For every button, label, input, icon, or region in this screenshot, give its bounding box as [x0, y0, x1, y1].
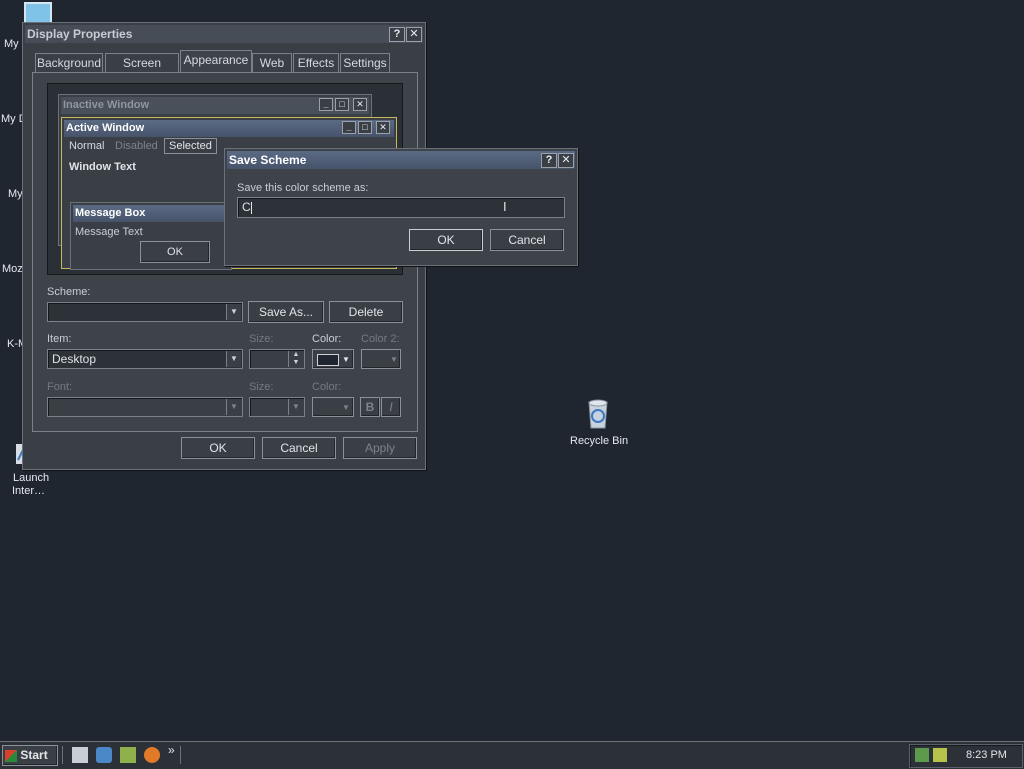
- chevron-down-icon: ▼: [226, 351, 241, 367]
- help-button[interactable]: ?: [541, 153, 557, 168]
- save-scheme-ok-button[interactable]: OK: [409, 229, 483, 251]
- chevron-down-icon: ▼: [288, 399, 303, 415]
- scheme-dropdown[interactable]: ▼: [47, 302, 243, 322]
- maximize-icon: □: [335, 98, 349, 111]
- preview-ok-button: OK: [140, 241, 210, 263]
- windows-logo-icon: [5, 749, 17, 762]
- firefox-icon[interactable]: [144, 747, 160, 763]
- my-computer-icon[interactable]: [24, 2, 52, 24]
- window-text: Window Text: [69, 161, 136, 173]
- tab-screen-saver[interactable]: Screen Saver: [105, 53, 179, 89]
- color2-picker-button[interactable]: ▼: [361, 349, 401, 369]
- quicklaunch-chevron[interactable]: »: [168, 743, 175, 757]
- desktop-label-3[interactable]: My: [8, 188, 23, 200]
- maximize-icon: □: [358, 121, 372, 134]
- menu-normal: Normal: [69, 140, 105, 152]
- message-box-preview: Message Box Message Text OK: [70, 202, 232, 270]
- color-swatch: [317, 354, 339, 366]
- text-caret: [250, 201, 252, 214]
- desktop-label-4[interactable]: Moz: [2, 263, 23, 275]
- chevron-down-icon: ▼: [226, 399, 241, 415]
- taskbar: Start » 8:23 PM: [0, 741, 1024, 769]
- close-button[interactable]: ✕: [406, 27, 422, 42]
- chevron-down-icon: ▼: [226, 304, 241, 320]
- save-scheme-title: Save Scheme: [229, 153, 307, 167]
- font-size-label: Size:: [249, 381, 274, 393]
- tab-appearance[interactable]: Appearance: [180, 50, 252, 73]
- size-label: Size:: [249, 333, 274, 345]
- delete-button[interactable]: Delete: [329, 301, 403, 323]
- save-scheme-titlebar[interactable]: Save Scheme: [227, 151, 575, 169]
- scheme-name-value: C: [242, 200, 251, 214]
- help-button[interactable]: ?: [389, 27, 405, 42]
- network-icon[interactable]: [915, 748, 929, 762]
- chevron-down-icon: ▼: [390, 355, 398, 364]
- bold-button[interactable]: B: [360, 397, 380, 417]
- menu-selected: Selected: [164, 138, 217, 154]
- clock[interactable]: 8:23 PM: [966, 749, 1007, 761]
- font-dropdown[interactable]: ▼: [47, 397, 243, 417]
- minimize-icon: _: [319, 98, 333, 111]
- item-value: Desktop: [52, 352, 97, 366]
- taskbar-divider: [180, 746, 183, 764]
- scheme-label: Scheme:: [47, 286, 91, 298]
- internet-explorer-icon[interactable]: [96, 747, 112, 763]
- menu-disabled: Disabled: [115, 140, 158, 152]
- tab-effects[interactable]: Effects: [293, 53, 339, 73]
- message-text: Message Text: [75, 226, 143, 238]
- font-color-button[interactable]: ▼: [312, 397, 354, 417]
- start-label: Start: [20, 748, 48, 762]
- chevron-down-icon: ▼: [342, 403, 350, 412]
- ok-button[interactable]: OK: [181, 437, 255, 459]
- font-size-dropdown[interactable]: ▼: [249, 397, 305, 417]
- text-cursor-icon: I: [503, 199, 507, 214]
- display-properties-titlebar[interactable]: Display Properties: [25, 25, 423, 43]
- launch-label-1[interactable]: Launch: [13, 472, 49, 484]
- taskbar-divider: [62, 746, 65, 764]
- message-box-title: Message Box: [73, 205, 229, 222]
- launch-label-2[interactable]: Inter…: [12, 485, 45, 497]
- italic-button[interactable]: I: [381, 397, 401, 417]
- show-desktop-icon[interactable]: [72, 747, 88, 763]
- windows-explorer-icon[interactable]: [120, 747, 136, 763]
- save-as-button[interactable]: Save As...: [248, 301, 324, 323]
- item-label: Item:: [47, 333, 72, 345]
- spinner-arrows-icon: ▲ ▼: [288, 351, 303, 367]
- recycle-bin-icon[interactable]: [584, 398, 612, 430]
- tab-background[interactable]: Background: [35, 53, 103, 73]
- close-icon: ✕: [353, 98, 367, 111]
- start-button[interactable]: Start: [2, 745, 58, 766]
- color-label: Color:: [312, 333, 342, 345]
- color2-label: Color 2:: [361, 333, 400, 345]
- recycle-bin-label[interactable]: Recycle Bin: [570, 435, 628, 447]
- display-properties-title: Display Properties: [27, 27, 133, 41]
- save-scheme-cancel-button[interactable]: Cancel: [490, 229, 564, 251]
- minimize-icon: _: [342, 121, 356, 134]
- font-label: Font:: [47, 381, 73, 393]
- tab-web[interactable]: Web: [252, 53, 292, 73]
- cancel-button[interactable]: Cancel: [262, 437, 336, 459]
- apply-button[interactable]: Apply: [343, 437, 417, 459]
- save-scheme-prompt: Save this color scheme as:: [237, 182, 369, 194]
- close-button[interactable]: ✕: [558, 153, 574, 168]
- save-scheme-dialog: Save Scheme ? ✕ Save this color scheme a…: [224, 148, 578, 266]
- tab-settings[interactable]: Settings: [340, 53, 390, 73]
- system-tray: 8:23 PM: [909, 744, 1023, 768]
- chevron-down-icon: ▼: [342, 355, 350, 364]
- size-spinner[interactable]: ▲ ▼: [249, 349, 305, 369]
- font-color-label: Color:: [312, 381, 342, 393]
- scheme-name-input[interactable]: C: [237, 197, 565, 218]
- close-icon: ✕: [376, 121, 390, 134]
- tray-app-icon[interactable]: [933, 748, 947, 762]
- desktop-label-1[interactable]: My: [4, 38, 19, 50]
- color-picker-button[interactable]: ▼: [312, 349, 354, 369]
- item-dropdown[interactable]: Desktop ▼: [47, 349, 243, 369]
